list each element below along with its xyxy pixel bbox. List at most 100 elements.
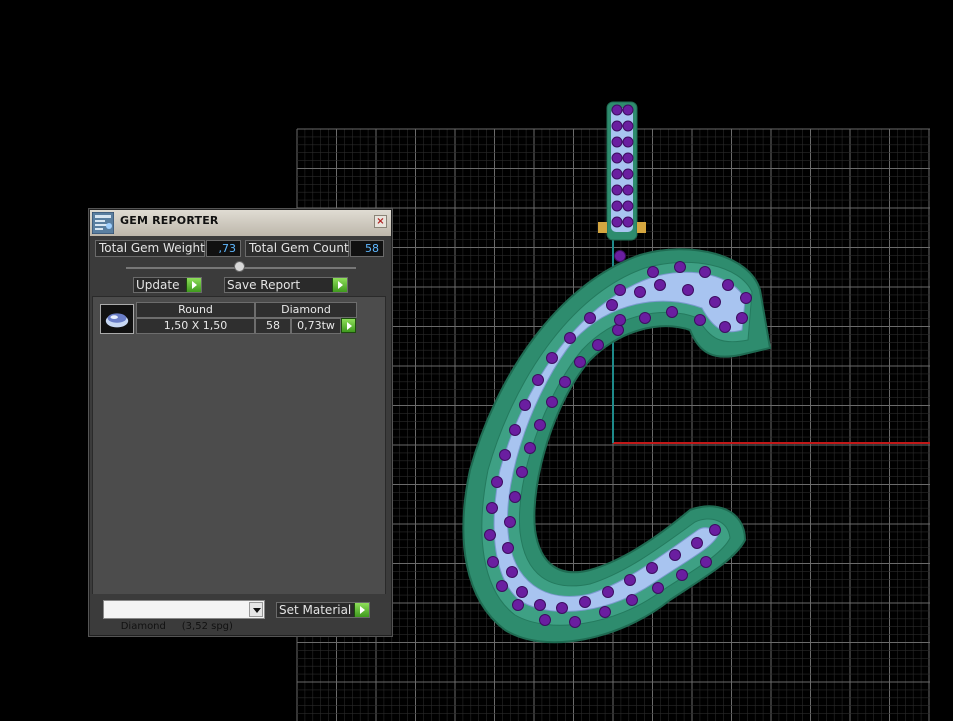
gem-stone [694, 314, 706, 326]
set-material-button[interactable]: Set Material [276, 602, 370, 618]
gem-stone [624, 574, 636, 586]
gem-stone [504, 516, 516, 528]
gem-material-header: Diamond [255, 302, 357, 318]
gem-stone [556, 602, 568, 614]
gem-stone [584, 312, 596, 324]
select-gems-button[interactable] [341, 318, 356, 333]
gem-stone [709, 296, 721, 308]
gem-stone [499, 449, 511, 461]
gem-stone [599, 606, 611, 618]
gem-stone [519, 399, 531, 411]
gem-stone [622, 216, 634, 228]
gem-stone [611, 184, 623, 196]
gem-stone [654, 279, 666, 291]
save-report-button-label: Save Report [227, 278, 301, 292]
gem-reporter-icon [92, 212, 114, 234]
gem-stone [611, 200, 623, 212]
gem-stone [502, 542, 514, 554]
gem-stone [639, 312, 651, 324]
gem-stone [509, 424, 521, 436]
gem-stone [622, 104, 634, 116]
update-button-label: Update [136, 278, 180, 292]
gem-stone [506, 566, 518, 578]
update-button[interactable]: Update [133, 277, 202, 293]
chevron-down-icon[interactable] [249, 602, 263, 617]
gem-stone [574, 356, 586, 368]
gem-stone [487, 556, 499, 568]
gem-stone [691, 537, 703, 549]
panel-splitter-handle[interactable] [234, 261, 245, 272]
gem-stone [622, 200, 634, 212]
gem-stone [634, 286, 646, 298]
sprue-clamp-left [598, 222, 607, 233]
save-report-button[interactable]: Save Report [224, 277, 348, 293]
gem-stone [606, 299, 618, 311]
gem-stone [614, 284, 626, 296]
gem-stone [626, 594, 638, 606]
title-bar[interactable]: GEM REPORTER × [90, 210, 391, 236]
gem-stone [612, 324, 624, 336]
gem-stone [484, 529, 496, 541]
material-select[interactable]: Diamond (3,52 spg) [103, 600, 265, 632]
gem-stone [622, 120, 634, 132]
gem-stone [700, 556, 712, 568]
gem-reporter-panel: GEM REPORTER × Total Gem Weight ,73 Tota… [89, 209, 392, 636]
gem-stone [546, 396, 558, 408]
gem-stone [611, 136, 623, 148]
round-gem-icon[interactable] [100, 304, 134, 334]
gem-stone [622, 136, 634, 148]
gem-stone [491, 476, 503, 488]
gem-stone [674, 261, 686, 273]
play-arrow-icon [354, 603, 369, 617]
gem-stone [592, 339, 604, 351]
gem-stone [614, 314, 626, 326]
letter-c-model[interactable] [462, 101, 772, 644]
gem-stone [722, 279, 734, 291]
gem-stone [524, 442, 536, 454]
gem-stone [496, 580, 508, 592]
gem-stone [682, 284, 694, 296]
set-material-button-label: Set Material [279, 603, 352, 617]
gem-stone [564, 332, 576, 344]
close-icon[interactable]: × [374, 215, 387, 228]
total-gem-count-label: Total Gem Count [245, 240, 349, 257]
gem-stone [516, 466, 528, 478]
gem-stone [579, 596, 591, 608]
gem-stone [486, 502, 498, 514]
gem-stone [534, 599, 546, 611]
gem-list [92, 296, 386, 596]
gem-stone [532, 374, 544, 386]
total-gem-weight-label: Total Gem Weight [95, 240, 205, 257]
gem-stone [652, 582, 664, 594]
gem-stone [614, 250, 626, 262]
gem-stone [611, 104, 623, 116]
gem-stone [539, 614, 551, 626]
play-arrow-icon [186, 278, 201, 292]
gem-size-cell: 1,50 X 1,50 [136, 318, 255, 334]
gem-stone [736, 312, 748, 324]
gem-stone [669, 549, 681, 561]
gem-stone [516, 586, 528, 598]
gem-stone [622, 152, 634, 164]
gem-stone [602, 586, 614, 598]
gem-stone [740, 292, 752, 304]
gem-stone [622, 184, 634, 196]
gem-count-cell: 58 [255, 318, 291, 334]
total-gem-weight-value: ,73 [206, 240, 241, 257]
gem-stone [622, 168, 634, 180]
material-select-value: Diamond (3,52 spg) [120, 621, 233, 632]
gem-stone [512, 599, 524, 611]
gem-stone [559, 376, 571, 388]
gem-stone [647, 266, 659, 278]
sprue-clamp-right [637, 222, 646, 233]
gem-stone [666, 306, 678, 318]
gem-stone [719, 321, 731, 333]
gem-stone [534, 419, 546, 431]
gem-stone [611, 216, 623, 228]
window-title: GEM REPORTER [120, 214, 219, 227]
gem-stone [569, 616, 581, 628]
gem-stone [611, 120, 623, 132]
play-arrow-icon [332, 278, 347, 292]
gem-stone [709, 524, 721, 536]
gem-stone [611, 168, 623, 180]
